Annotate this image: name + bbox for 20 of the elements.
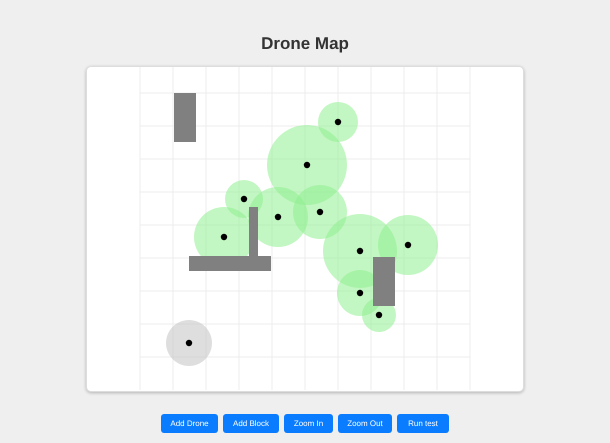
toolbar-button[interactable]: Zoom In bbox=[284, 414, 333, 433]
drone-marker[interactable] bbox=[334, 118, 342, 126]
toolbar-button[interactable]: Run test bbox=[397, 414, 449, 433]
map-canvas[interactable] bbox=[86, 66, 524, 392]
drone-marker[interactable] bbox=[356, 290, 364, 296]
drone-marker[interactable] bbox=[304, 162, 310, 168]
drone-marker[interactable] bbox=[356, 248, 364, 254]
obstacle-block bbox=[373, 257, 395, 306]
drone-marker[interactable] bbox=[376, 312, 382, 318]
toolbar-button[interactable]: Add Block bbox=[223, 414, 279, 433]
toolbar-button[interactable]: Zoom Out bbox=[338, 414, 392, 433]
drone-marker[interactable] bbox=[220, 234, 228, 240]
drone-marker[interactable] bbox=[240, 196, 248, 202]
drone-marker[interactable] bbox=[186, 340, 192, 346]
toolbar-button[interactable]: Add Drone bbox=[161, 414, 218, 433]
obstacle-block bbox=[174, 93, 196, 142]
drone-marker[interactable] bbox=[404, 242, 412, 248]
drone-marker[interactable] bbox=[274, 214, 282, 220]
page-title: Drone Map bbox=[261, 33, 349, 55]
drone-marker[interactable] bbox=[316, 208, 324, 216]
